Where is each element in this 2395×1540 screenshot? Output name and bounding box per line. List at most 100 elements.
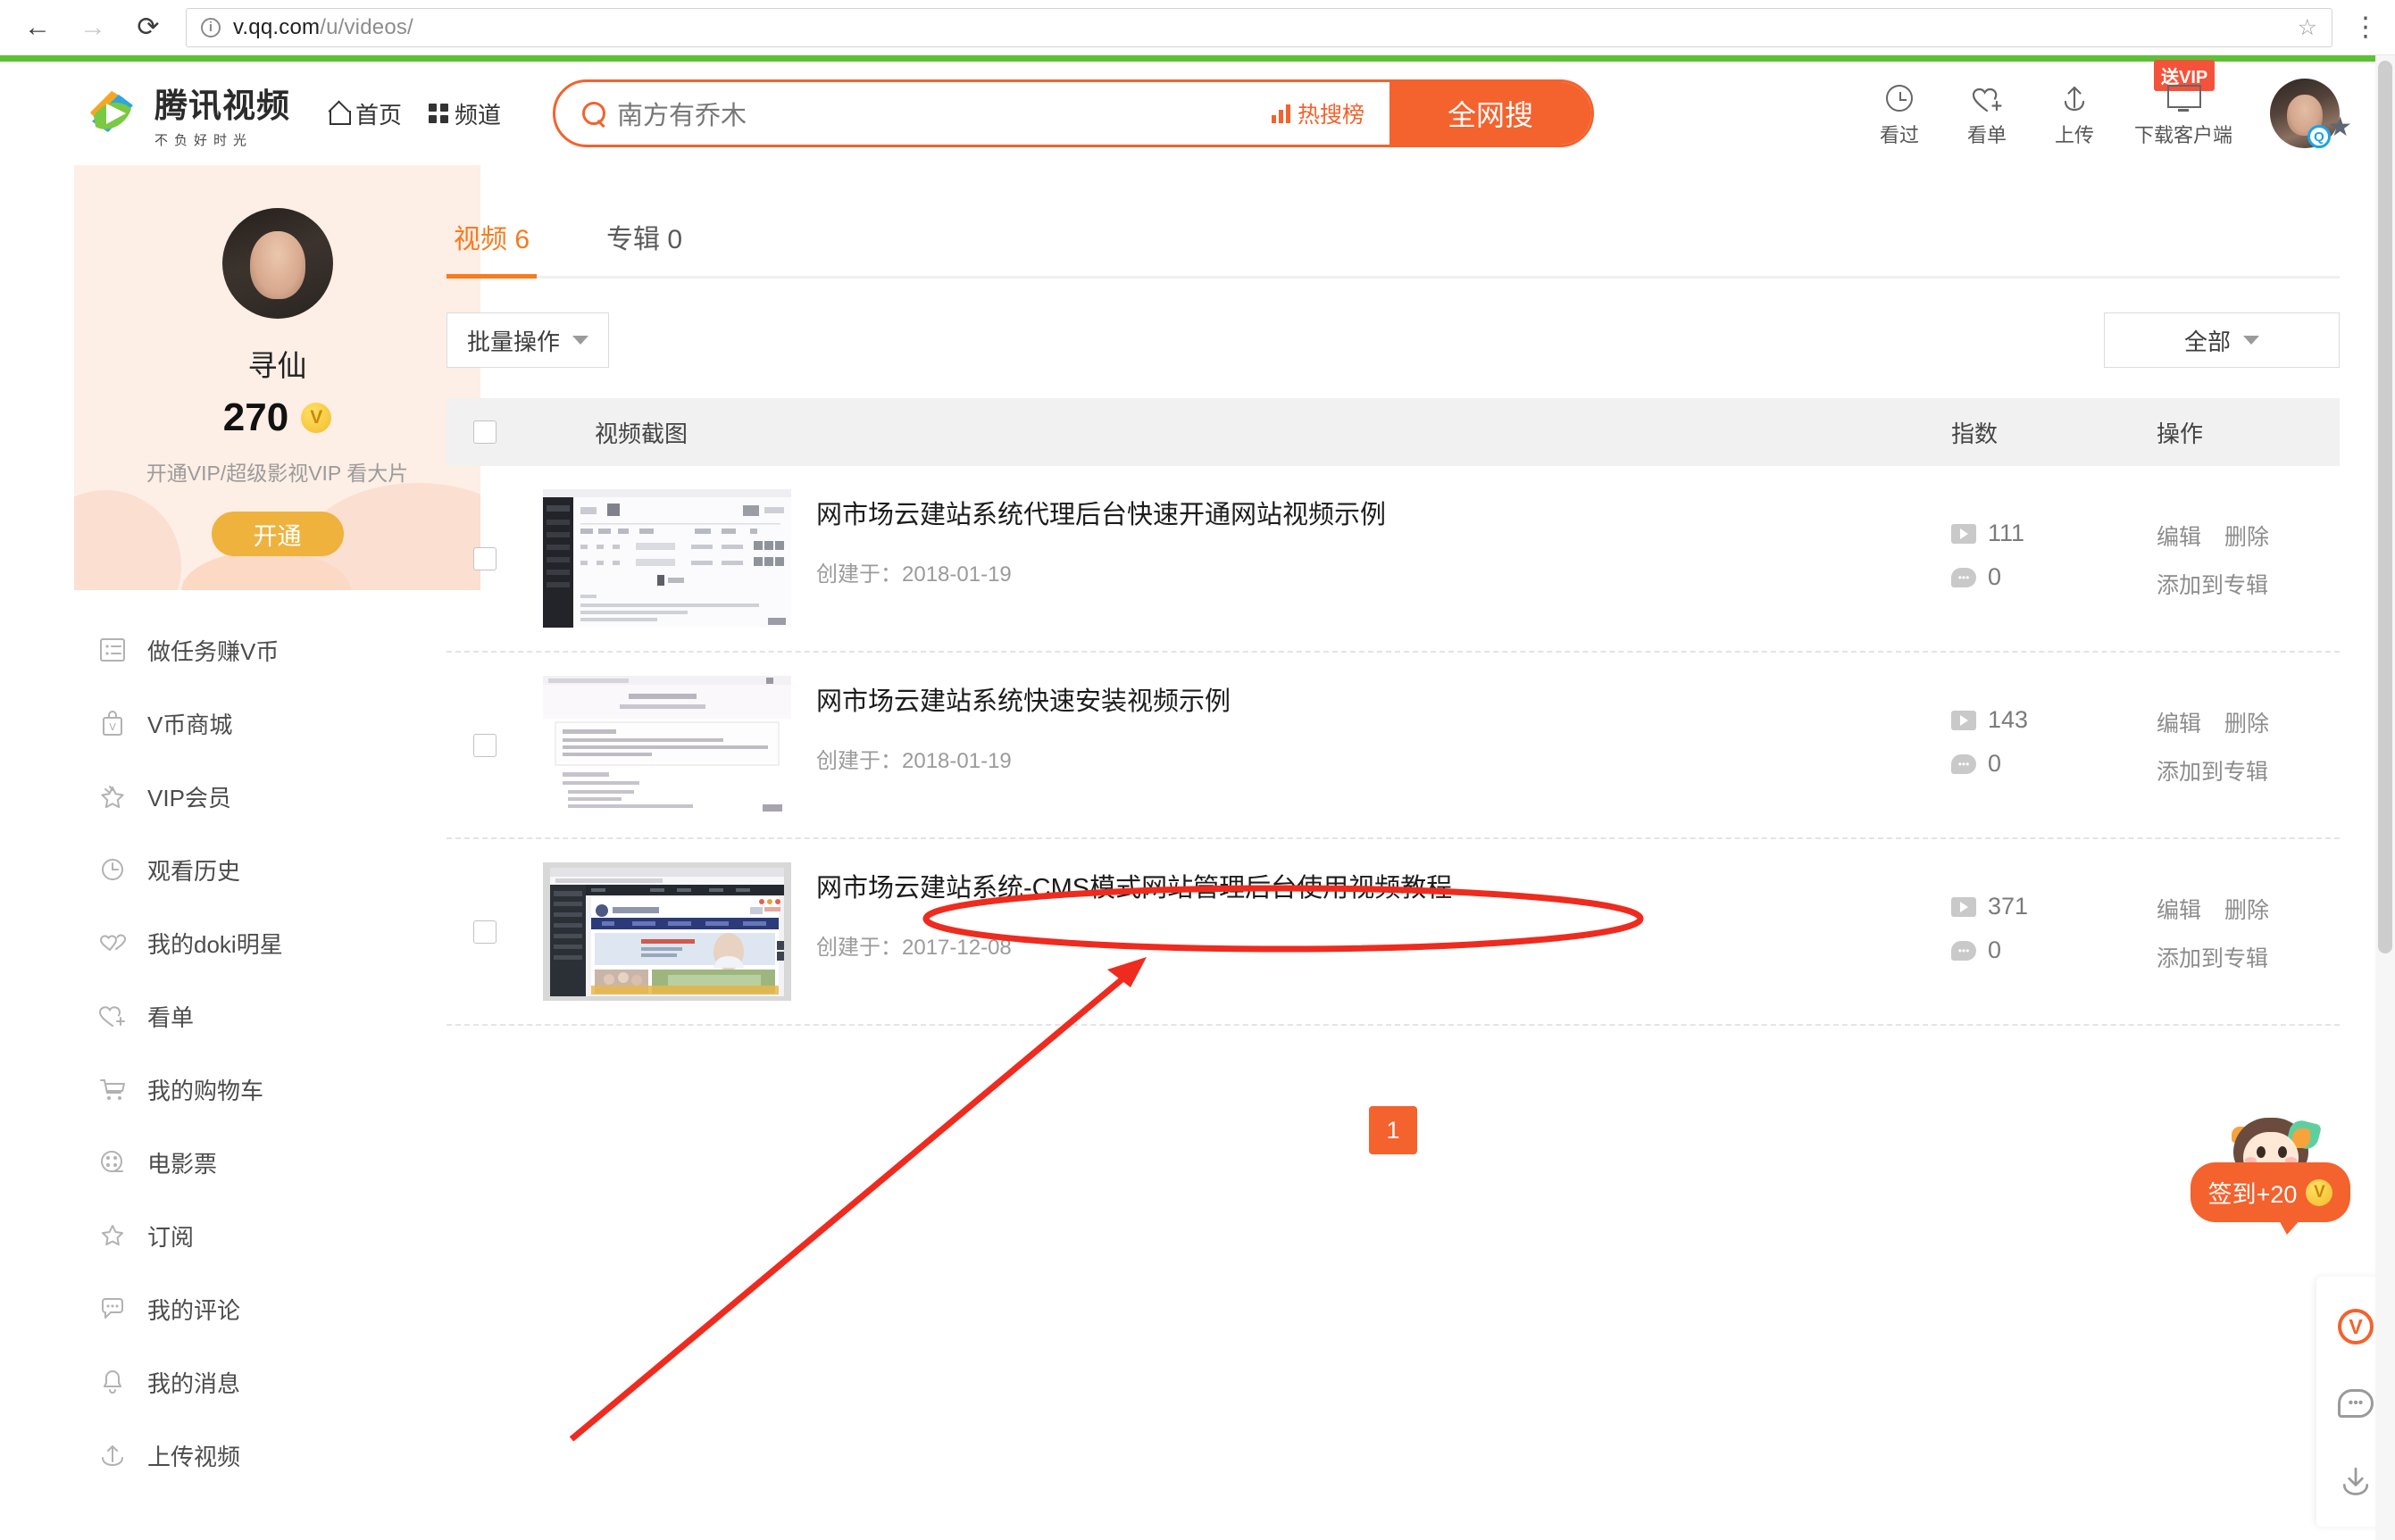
sidebar-label: 我的消息	[147, 1369, 241, 1397]
tab-albums[interactable]: 专辑 0	[599, 203, 689, 276]
sidebar-item-upload-video[interactable]: 上传视频	[76, 1419, 406, 1492]
url-host: v.qq.com	[233, 14, 321, 39]
address-bar[interactable]: i v.qq.com/u/videos/ ☆	[186, 7, 2332, 47]
sidebar-label: 做任务赚V币	[147, 637, 280, 665]
tool-watched[interactable]: 看过	[1872, 83, 1927, 148]
tool-download-client[interactable]: 送VIP 下载客户端	[2134, 60, 2232, 148]
kebab-menu-icon[interactable]: ⋮	[2352, 13, 2379, 40]
edit-link[interactable]: 编辑	[2157, 706, 2201, 738]
sidebar-item-vip[interactable]: VIP会员	[76, 760, 406, 833]
delete-link[interactable]: 删除	[2224, 706, 2269, 738]
sidebar-item-doki[interactable]: 我的doki明星	[76, 906, 406, 979]
page-scrollbar-track[interactable]	[2375, 55, 2395, 1540]
row-info: 网市场云建站系统快速安装视频示例 创建于：2018-01-19	[816, 676, 1231, 774]
row-stats: 371 0	[1951, 862, 2157, 964]
video-thumbnail[interactable]	[543, 862, 791, 1001]
tool-watchlist[interactable]: 看单	[1959, 87, 2015, 148]
pagination: 1	[446, 1106, 2340, 1154]
row-actions: 编辑 删除 添加到专辑	[2157, 862, 2340, 973]
browser-toolbar: ← → ⟳ i v.qq.com/u/videos/ ☆ ⋮	[0, 0, 2395, 55]
sidebar-item-cart[interactable]: 我的购物车	[76, 1053, 406, 1126]
delete-link[interactable]: 删除	[2224, 893, 2269, 925]
sidebar-item-vcoin-shop[interactable]: V V币商城	[76, 687, 406, 760]
add-to-album-link[interactable]: 添加到专辑	[2157, 754, 2268, 787]
delete-link[interactable]: 删除	[2224, 520, 2269, 552]
activate-vip-button[interactable]: 开通	[211, 512, 344, 556]
rail-vcoin-button[interactable]: V	[2336, 1307, 2375, 1346]
row-info: 网市场云建站系统代理后台快速开通网站视频示例 创建于：2018-01-19	[816, 489, 1386, 587]
comment-count-value: 0	[1988, 563, 2002, 590]
coin-count: 270	[222, 395, 289, 439]
task-list-icon	[97, 635, 128, 665]
tool-watchlist-label: 看单	[1966, 124, 2007, 146]
tab-videos[interactable]: 视频 6	[446, 203, 538, 279]
vcoin-icon: V	[2306, 1178, 2333, 1206]
site-logo[interactable]: 腾讯视频 不负好时光	[85, 79, 290, 149]
sidebar-item-subscribe[interactable]: 订阅	[76, 1199, 406, 1272]
video-title[interactable]: 网市场云建站系统快速安装视频示例	[816, 685, 1231, 720]
sidebar-label: 我的doki明星	[147, 930, 283, 958]
video-thumbnail[interactable]	[543, 489, 791, 628]
nav-item-home[interactable]: 首页	[328, 97, 402, 130]
forward-arrow-icon[interactable]: →	[75, 10, 111, 46]
download-icon	[2342, 1467, 2369, 1495]
checkin-label: 签到+20	[2207, 1181, 2298, 1208]
row-checkbox[interactable]	[473, 733, 497, 757]
sidebar-item-comments[interactable]: 我的评论	[76, 1272, 406, 1345]
hot-rank-label: 热搜榜	[1298, 103, 1365, 128]
avatar-star-icon: ★	[2328, 112, 2352, 142]
avatar[interactable]: Q ★	[2270, 79, 2352, 148]
edit-link[interactable]: 编辑	[2157, 893, 2201, 925]
table-row[interactable]: 网市场云建站系统-CMS模式网站管理后台使用视频教程 创建于：2017-12-0…	[446, 839, 2340, 1026]
pagination-page-1[interactable]: 1	[1369, 1106, 1417, 1154]
tool-upload-label: 上传	[2054, 124, 2094, 146]
batch-operations-label: 批量操作	[467, 328, 561, 355]
video-title[interactable]: 网市场云建站系统代理后台快速开通网站视频示例	[816, 498, 1386, 533]
sidebar-item-tasks[interactable]: 做任务赚V币	[76, 613, 406, 687]
search-bar[interactable]: 南方有乔木 热搜榜 全网搜	[553, 79, 1595, 147]
video-title[interactable]: 网市场云建站系统-CMS模式网站管理后台使用视频教程	[816, 871, 1452, 906]
row-actions: 编辑 删除 添加到专辑	[2157, 489, 2340, 600]
hot-search-rank-button[interactable]: 热搜榜	[1272, 97, 1364, 129]
video-created-date: 创建于：2017-12-08	[816, 936, 1012, 961]
star-outline-icon[interactable]: ☆	[2298, 14, 2317, 41]
sidebar-item-movie-ticket[interactable]: 电影票	[76, 1126, 406, 1199]
comment-count-value: 0	[1988, 750, 2002, 777]
sidebar-item-messages[interactable]: 我的消息	[76, 1345, 406, 1419]
profile-avatar[interactable]	[221, 208, 333, 319]
back-arrow-icon[interactable]: ←	[20, 10, 55, 46]
sidebar-item-watchlist[interactable]: 看单	[76, 979, 406, 1053]
reload-icon[interactable]: ⟳	[130, 10, 166, 46]
bar-chart-icon	[1272, 104, 1291, 123]
row-checkbox[interactable]	[473, 920, 497, 944]
sidebar-menu: 做任务赚V币 V V币商城 VIP会员 观看历史 我的doki明星 看单 我的购…	[76, 613, 406, 1492]
header-nav: 首页 频道	[328, 97, 501, 130]
video-created-date: 创建于：2018-01-19	[816, 562, 1012, 587]
sidebar-label: 我的评论	[147, 1296, 241, 1324]
search-button[interactable]: 全网搜	[1389, 82, 1592, 145]
edit-link[interactable]: 编辑	[2157, 520, 2201, 552]
rail-download-button[interactable]	[2336, 1461, 2375, 1500]
header-tools: 看过 看单 上传 送VIP 下载客户端 Q ★	[1872, 60, 2352, 148]
play-count-value: 371	[1988, 893, 2029, 920]
table-row[interactable]: 网市场云建站系统代理后台快速开通网站视频示例 创建于：2018-01-19 11…	[446, 466, 2340, 653]
info-icon[interactable]: i	[201, 17, 221, 37]
video-created-date: 创建于：2018-01-19	[816, 749, 1012, 774]
tool-upload[interactable]: 上传	[2047, 83, 2102, 148]
add-to-album-link[interactable]: 添加到专辑	[2157, 568, 2268, 600]
add-to-album-link[interactable]: 添加到专辑	[2157, 941, 2268, 973]
page-body: 寻仙 270 V 开通VIP/超级影视VIP 看大片 开通 做任务赚V币 V V…	[0, 165, 2395, 1492]
nav-item-channels[interactable]: 频道	[429, 97, 501, 130]
checkin-button[interactable]: 签到+20 V	[2190, 1162, 2351, 1235]
checkin-widget[interactable]: 签到+20 V	[2183, 1116, 2357, 1235]
page-scrollbar-thumb[interactable]	[2378, 61, 2392, 953]
table-row[interactable]: 网市场云建站系统快速安装视频示例 创建于：2018-01-19 143 0	[446, 653, 2340, 839]
doki-hearts-icon	[97, 928, 128, 958]
video-thumbnail[interactable]	[543, 676, 791, 814]
content-tabs: 视频 6 专辑 0	[446, 203, 2340, 279]
filter-all-dropdown[interactable]: 全部	[2104, 312, 2340, 368]
search-input[interactable]: 南方有乔木	[555, 95, 1272, 132]
row-checkbox[interactable]	[473, 546, 497, 570]
sidebar-item-history[interactable]: 观看历史	[76, 833, 406, 906]
rail-feedback-button[interactable]	[2336, 1384, 2375, 1423]
